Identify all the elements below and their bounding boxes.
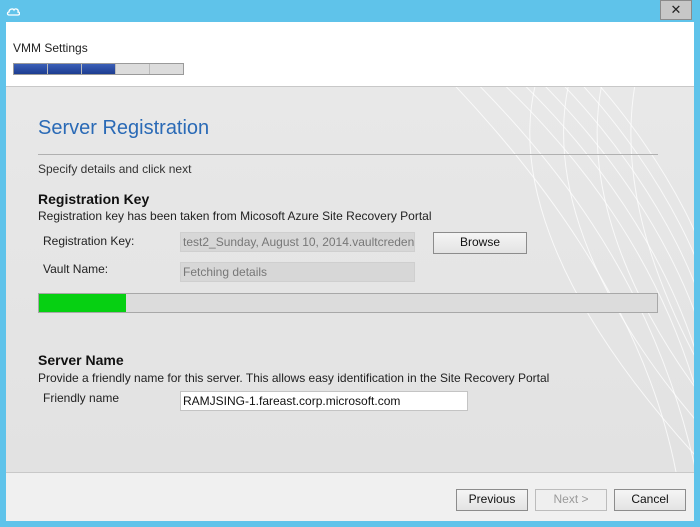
wizard-title: VMM Settings: [13, 41, 88, 55]
fetch-progress-fill: [39, 294, 126, 312]
wizard-header: VMM Settings: [6, 22, 694, 86]
title-bar: ✕: [0, 0, 700, 22]
step-2: [48, 64, 81, 74]
cancel-button[interactable]: Cancel: [614, 489, 686, 511]
step-indicator: [13, 63, 184, 75]
previous-button[interactable]: Previous: [456, 489, 528, 511]
friendly-name-label: Friendly name: [43, 391, 120, 405]
registration-key-description: Registration key has been taken from Mic…: [38, 209, 432, 223]
title-divider: [38, 154, 658, 155]
main-content: Server Registration Specify details and …: [6, 87, 694, 472]
step-4: [116, 64, 149, 74]
registration-key-field: test2_Sunday, August 10, 2014.vaultcrede…: [180, 232, 415, 252]
friendly-name-input[interactable]: RAMJSING-1.fareast.corp.microsoft.com: [180, 391, 468, 411]
next-button[interactable]: Next >: [535, 489, 607, 511]
registration-key-label: Registration Key:: [43, 234, 135, 248]
instruction-text: Specify details and click next: [38, 162, 192, 176]
azure-cloud-icon: [6, 8, 20, 16]
vault-name-field: Fetching details: [180, 262, 415, 282]
wizard-footer: Previous Next > Cancel: [6, 473, 694, 521]
fetch-progress-bar: [38, 293, 658, 313]
vault-name-label: Vault Name:: [43, 262, 109, 276]
wizard-window: VMM Settings Server Registration Specify…: [6, 22, 694, 521]
step-1: [14, 64, 47, 74]
browse-button[interactable]: Browse: [433, 232, 527, 254]
server-name-heading: Server Name: [38, 352, 124, 368]
step-5: [150, 64, 183, 74]
window-close-button[interactable]: ✕: [660, 0, 692, 20]
registration-key-heading: Registration Key: [38, 191, 150, 207]
step-3: [82, 64, 115, 74]
page-title: Server Registration: [38, 117, 210, 139]
server-name-description: Provide a friendly name for this server.…: [38, 371, 550, 385]
